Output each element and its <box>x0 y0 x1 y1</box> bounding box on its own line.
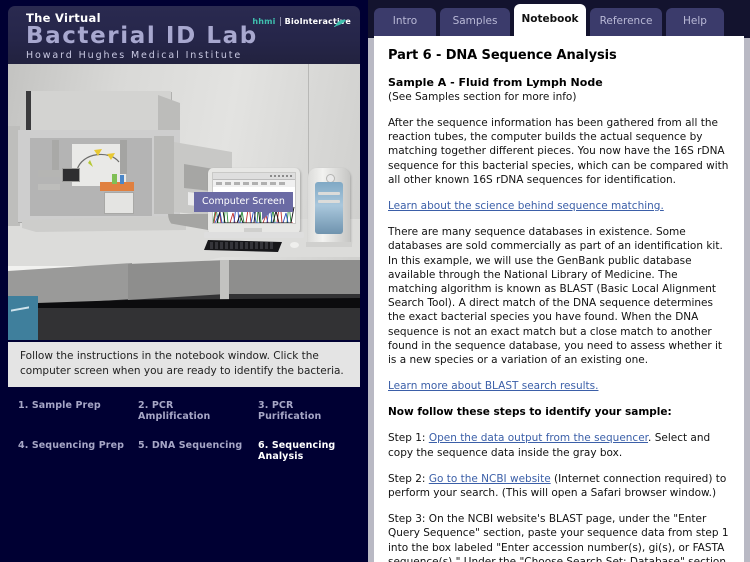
steps-heading: Now follow these steps to identify your … <box>388 405 730 419</box>
instruction-box: Follow the instructions in the notebook … <box>8 342 360 387</box>
tower-front-panel <box>315 182 343 234</box>
step-1-prefix: Step 1: <box>388 432 429 444</box>
title-line-institute: Howard Hughes Medical Institute <box>26 50 360 62</box>
app-title-block: The Virtual Bacterial ID Lab Howard Hugh… <box>8 6 360 64</box>
blue-cabinet <box>8 296 38 340</box>
sample-tube-green <box>112 174 117 184</box>
paragraph-sequence-assembly: After the sequence information has been … <box>388 116 730 187</box>
sample-tube-blue <box>120 175 124 184</box>
monitor-stand <box>204 232 304 238</box>
step-2-instruction: Step 2: Go to the NCBI website (Internet… <box>388 472 730 500</box>
link-ncbi-website[interactable]: Go to the NCBI website <box>429 473 551 485</box>
link-open-sequencer-output[interactable]: Open the data output from the sequencer <box>429 432 648 444</box>
step-item-3[interactable]: 3. PCR Purification <box>248 400 360 422</box>
step-item-2[interactable]: 2. PCR Amplification <box>128 400 248 422</box>
sequencer-motion-arrows-icon <box>74 146 124 172</box>
lab-bench-leg <box>220 260 229 306</box>
tower-drive-slot-2 <box>318 200 340 203</box>
computer-screen-callout: Computer Screen <box>194 192 293 212</box>
hhmi-biointeractive-logo: hhmi BioInteractive <box>252 17 351 26</box>
computer-tower <box>308 168 350 244</box>
screen-window-titlebar <box>213 173 295 180</box>
title-line-main: Bacterial ID Lab <box>26 24 360 49</box>
link-blast-search-results[interactable]: Learn more about BLAST search results. <box>388 380 598 392</box>
link-science-behind-matching[interactable]: Learn about the science behind sequence … <box>388 200 664 212</box>
step-item-5[interactable]: 5. DNA Sequencing <box>128 440 248 462</box>
sequencer-lower-box <box>104 192 134 214</box>
notebook-title: Part 6 - DNA Sequence Analysis <box>388 48 730 63</box>
step-item-6[interactable]: 6. Sequencing Analysis <box>248 440 360 462</box>
tower-base <box>306 242 352 247</box>
lab-illustration[interactable]: Computer Screen <box>8 64 360 340</box>
tab-notebook[interactable]: Notebook <box>514 4 586 38</box>
link-blast-row: Learn more about BLAST search results. <box>388 379 730 393</box>
hhmi-logo-text: hhmi <box>252 17 275 26</box>
left-lab-panel: The Virtual Bacterial ID Lab Howard Hugh… <box>0 0 368 562</box>
paragraph-databases: There are many sequence databases in exi… <box>388 225 730 367</box>
link-science-row: Learn about the science behind sequence … <box>388 199 730 213</box>
sequencer-sample-tray <box>100 182 134 191</box>
step-3-instruction: Step 3: On the NCBI website's BLAST page… <box>388 512 730 562</box>
sequencer-post <box>120 140 127 174</box>
tower-drive-slot-1 <box>318 192 340 195</box>
step-2-prefix: Step 2: <box>388 473 429 485</box>
sequencer-arm-lower <box>38 184 60 190</box>
tab-reference[interactable]: Reference <box>590 8 662 38</box>
sequencer-door <box>154 136 174 214</box>
notebook-content: Part 6 - DNA Sequence Analysis Sample A … <box>374 36 744 562</box>
tab-help[interactable]: Help <box>666 8 724 38</box>
step-item-1[interactable]: 1. Sample Prep <box>8 400 128 422</box>
tab-strip: Intro Samples Notebook Reference Help <box>368 0 750 38</box>
step-item-4[interactable]: 4. Sequencing Prep <box>8 440 128 462</box>
sequencer-detector <box>62 168 80 182</box>
application-window: The Virtual Bacterial ID Lab Howard Hugh… <box>0 0 750 562</box>
step-1-instruction: Step 1: Open the data output from the se… <box>388 431 730 459</box>
sample-note: (See Samples section for more info) <box>388 90 730 104</box>
tab-samples[interactable]: Samples <box>440 8 510 38</box>
keyboard <box>204 240 282 252</box>
leaf-icon <box>334 19 347 27</box>
right-notebook-panel: Intro Samples Notebook Reference Help Pa… <box>368 0 750 562</box>
tab-intro[interactable]: Intro <box>374 8 436 38</box>
workflow-steps-list: 1. Sample Prep 2. PCR Amplification 3. P… <box>8 400 360 462</box>
sequencer-upper-housing <box>26 91 171 133</box>
mouse <box>290 242 299 248</box>
sample-heading: Sample A - Fluid from Lymph Node <box>388 75 730 90</box>
logo-divider <box>280 17 281 26</box>
